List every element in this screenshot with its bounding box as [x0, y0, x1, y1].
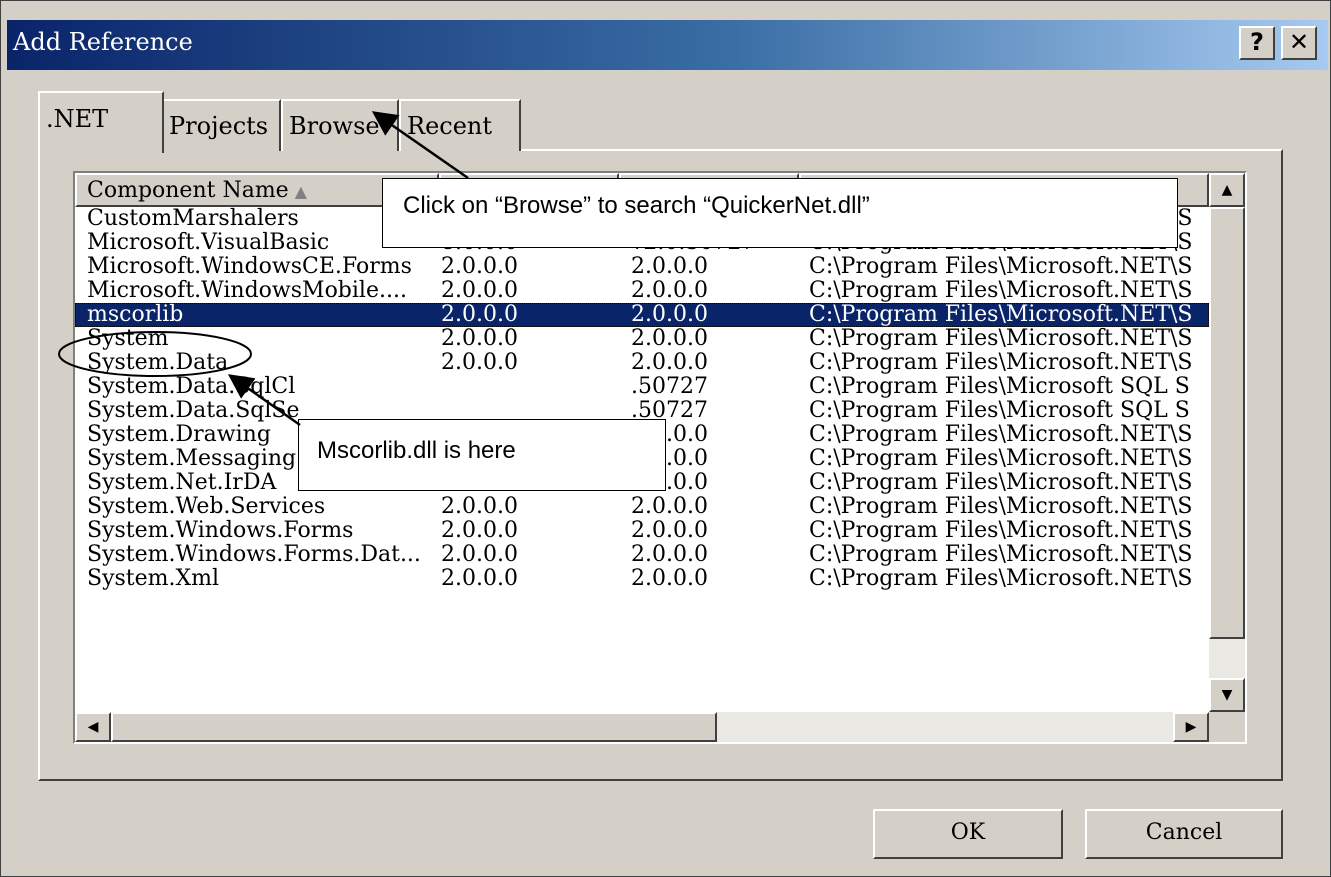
help-button[interactable]: ?	[1239, 26, 1275, 60]
list-item-selected[interactable]: mscorlib 2.0.0.0 2.0.0.0 C:\Program Files\M…	[75, 303, 1209, 327]
window-title: Add Reference	[13, 28, 193, 56]
runtime-cell: 2.0.0.0	[631, 303, 708, 327]
vertical-scrollbar[interactable]: ▲ ▼	[1209, 173, 1245, 712]
version-cell: 2.0.0.0	[441, 327, 518, 351]
tab-browse[interactable]: Browse	[281, 99, 399, 151]
version-cell: 2.0.0.0	[441, 543, 518, 567]
list-item[interactable]: System.Web.Services 2.0.0.0 2.0.0.0 C:\Prog…	[75, 495, 1209, 519]
component-name-cell: System	[87, 327, 169, 351]
path-cell: C:\Program Files\Microsoft.NET\S	[809, 543, 1193, 567]
tab-net-label: .NET	[46, 105, 109, 133]
component-name-cell: System.Windows.Forms	[87, 519, 354, 543]
callout-browse-text: Click on “Browse” to search “QuickerNet.…	[403, 192, 870, 219]
component-name-cell: Microsoft.WindowsCE.Forms	[87, 255, 412, 279]
component-name-cell: System.Data	[87, 351, 229, 375]
version-cell: 2.0.0.0	[441, 255, 518, 279]
path-cell: C:\Program Files\Microsoft.NET\S	[809, 423, 1193, 447]
list-item[interactable]: System.Windows.Forms 2.0.0.0 2.0.0.0 C:\Pro…	[75, 519, 1209, 543]
runtime-cell: 2.0.0.0	[631, 543, 708, 567]
scroll-right-button[interactable]: ▶	[1173, 712, 1209, 742]
version-cell: 2.0.0.0	[441, 279, 518, 303]
help-icon: ?	[1250, 28, 1264, 56]
ok-button-label: OK	[950, 820, 986, 845]
column-header-label: Component Name	[87, 178, 289, 203]
component-name-cell: Microsoft.WindowsMobile....	[87, 279, 407, 303]
list-item[interactable]: System.Windows.Forms.Dat... 2.0.0.0 2.0.0.…	[75, 543, 1209, 567]
callout-mscorlib: Mscorlib.dll is here	[298, 419, 666, 491]
tab-recent[interactable]: Recent	[399, 99, 521, 151]
title-bar[interactable]: Add Reference ? ✕	[7, 20, 1328, 70]
cancel-button-label: Cancel	[1145, 820, 1223, 845]
callout-mscorlib-text: Mscorlib.dll is here	[317, 437, 516, 464]
list-item[interactable]: System.Xml 2.0.0.0 2.0.0.0 C:\Program Files…	[75, 567, 1209, 591]
path-cell: C:\Program Files\Microsoft.NET\S	[809, 303, 1193, 327]
list-item[interactable]: Microsoft.WindowsCE.Forms 2.0.0.0 2.0.0.0 C…	[75, 255, 1209, 279]
scroll-down-button[interactable]: ▼	[1209, 678, 1245, 712]
close-button[interactable]: ✕	[1281, 26, 1317, 60]
runtime-cell: 2.0.0.0	[631, 351, 708, 375]
path-cell: C:\Program Files\Microsoft.NET\S	[809, 327, 1193, 351]
path-cell: C:\Program Files\Microsoft.NET\S	[809, 255, 1193, 279]
version-cell: 2.0.0.0	[441, 567, 518, 591]
sort-ascending-icon: ▲	[294, 182, 308, 201]
vertical-scroll-thumb[interactable]	[1209, 207, 1245, 639]
horizontal-scroll-thumb[interactable]	[111, 712, 717, 742]
tab-projects[interactable]: Projects	[161, 99, 281, 151]
close-icon: ✕	[1288, 28, 1310, 56]
path-cell: C:\Program Files\Microsoft.NET\S	[809, 567, 1193, 591]
runtime-cell: 2.0.0.0	[631, 327, 708, 351]
runtime-cell: 2.0.0.0	[631, 519, 708, 543]
runtime-cell: 2.0.0.0	[631, 279, 708, 303]
version-cell: 2.0.0.0	[441, 519, 518, 543]
path-cell: C:\Program Files\Microsoft.NET\S	[809, 495, 1193, 519]
path-cell: C:\Program Files\Microsoft.NET\S	[809, 519, 1193, 543]
scroll-left-icon: ◀	[87, 719, 99, 735]
runtime-cell: 2.0.0.0	[631, 255, 708, 279]
path-cell: C:\Program Files\Microsoft.NET\S	[809, 447, 1193, 471]
component-name-cell: System.Data.SqlCl	[87, 375, 296, 399]
ok-button[interactable]: OK	[873, 809, 1063, 859]
scroll-down-icon: ▼	[1221, 687, 1233, 703]
path-cell: C:\Program Files\Microsoft SQL S	[809, 399, 1190, 423]
tab-net[interactable]: .NET	[38, 91, 164, 153]
scroll-left-button[interactable]: ◀	[75, 712, 111, 742]
path-cell: C:\Program Files\Microsoft.NET\S	[809, 279, 1193, 303]
scroll-up-button[interactable]: ▲	[1209, 173, 1245, 207]
list-item[interactable]: System.Data 2.0.0.0 2.0.0.0 C:\Program File…	[75, 351, 1209, 375]
tab-browse-label: Browse	[289, 112, 380, 140]
list-item[interactable]: System.Data.SqlCl .50727 C:\Program Files\…	[75, 375, 1209, 399]
component-name-cell: System.Xml	[87, 567, 220, 591]
path-cell: C:\Program Files\Microsoft.NET\S	[809, 471, 1193, 495]
version-cell: 2.0.0.0	[441, 351, 518, 375]
component-name-cell: System.Windows.Forms.Dat...	[87, 543, 421, 567]
horizontal-scrollbar[interactable]: ◀ ▶	[75, 712, 1209, 742]
component-name-cell: mscorlib	[87, 303, 184, 327]
component-name-cell: System.Web.Services	[87, 495, 326, 519]
version-cell: 2.0.0.0	[441, 303, 518, 327]
runtime-cell: 2.0.0.0	[631, 567, 708, 591]
path-cell: C:\Program Files\Microsoft SQL S	[809, 375, 1190, 399]
callout-browse: Click on “Browse” to search “QuickerNet.…	[382, 178, 1178, 248]
runtime-cell: .50727	[631, 375, 708, 399]
tab-recent-label: Recent	[407, 112, 493, 140]
scroll-right-icon: ▶	[1185, 719, 1197, 735]
runtime-cell: 2.0.0.0	[631, 495, 708, 519]
tab-projects-label: Projects	[169, 112, 269, 140]
cancel-button[interactable]: Cancel	[1085, 809, 1283, 859]
list-item[interactable]: Microsoft.WindowsMobile.... 2.0.0.0 2.0.0.…	[75, 279, 1209, 303]
scroll-up-icon: ▲	[1221, 182, 1233, 198]
version-cell: 2.0.0.0	[441, 495, 518, 519]
path-cell: C:\Program Files\Microsoft.NET\S	[809, 351, 1193, 375]
list-item[interactable]: System 2.0.0.0 2.0.0.0 C:\Program Files\Mic…	[75, 327, 1209, 351]
scrollbar-corner	[1209, 712, 1245, 742]
